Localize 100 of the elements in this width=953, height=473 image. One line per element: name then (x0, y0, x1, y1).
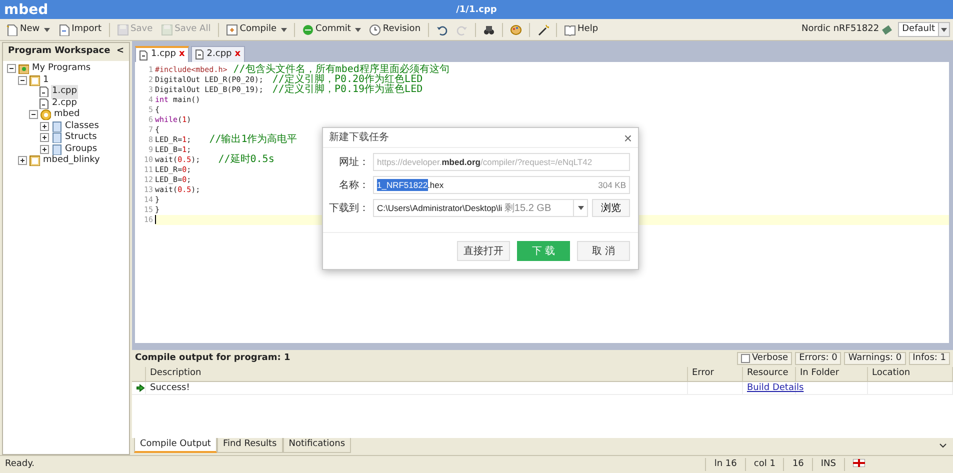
file-tab[interactable]: 1.cpp x (135, 46, 189, 62)
book-icon (564, 24, 576, 36)
panel-tab[interactable]: Notifications (282, 438, 352, 453)
column-header[interactable]: Resource (743, 367, 796, 381)
arrow-icon (136, 382, 145, 393)
line-indicator: ln 16 (705, 458, 745, 472)
tree-item[interactable]: My Programs (31, 62, 92, 76)
document-icon (51, 144, 62, 155)
file-icon (38, 98, 49, 109)
column-indicator: col 1 (744, 458, 784, 472)
wand-icon (536, 24, 549, 36)
count-indicator: 16 (783, 458, 812, 472)
tree-item[interactable]: Groups (64, 142, 98, 156)
platform-label: Nordic nRF51822 (802, 22, 880, 36)
filename-field[interactable]: 1_NRF51822.hex 304 KB (373, 176, 630, 194)
collapse-icon[interactable] (29, 110, 38, 120)
programs-icon (18, 63, 29, 74)
commit-icon (302, 24, 314, 36)
column-header[interactable]: Description (146, 367, 688, 381)
help-button[interactable]: Help (560, 20, 602, 38)
free-space: 剩15.2 GB (504, 202, 552, 216)
clock-icon (368, 24, 381, 36)
caret-icon (941, 28, 947, 32)
program-icon (29, 155, 40, 166)
column-header[interactable]: Error (688, 367, 743, 381)
tree-item[interactable]: mbed (53, 108, 81, 122)
compile-button[interactable]: Compile (222, 20, 290, 38)
tree-item[interactable]: Classes (64, 120, 100, 133)
count-label: Warnings: 0 (844, 352, 906, 365)
caret-icon (354, 28, 361, 32)
text-cursor (155, 215, 156, 224)
file-path: /1/1.cpp (456, 4, 497, 17)
caret-icon (280, 28, 287, 32)
count-label: Errors: 0 (795, 352, 842, 365)
tree-item[interactable]: 1.cpp (51, 85, 78, 98)
path-select[interactable]: C:\Users\Administrator\Desktop\li 剩15.2 GB (373, 199, 588, 217)
close-button[interactable]: x (234, 48, 241, 62)
import-button[interactable]: Import (54, 20, 105, 38)
redo-icon (456, 24, 468, 36)
tree-item[interactable]: mbed_blinky (42, 154, 101, 168)
mode-indicator: INS (812, 458, 844, 472)
field-label: 名称： (338, 178, 369, 192)
column-header[interactable]: In Folder (796, 367, 868, 381)
expand-icon[interactable] (40, 144, 49, 154)
document-icon (51, 120, 62, 132)
caret-icon (44, 28, 50, 32)
url-field[interactable]: https://developer.mbed.org/compiler/?request=/eNqLT42 (373, 153, 630, 171)
commit-button[interactable]: Commit (298, 20, 364, 38)
new-file-icon (6, 24, 18, 36)
import-file-icon (58, 24, 70, 36)
close-button[interactable]: × (624, 130, 632, 144)
tree-item[interactable]: Structs (64, 131, 98, 144)
panel-tab[interactable]: Find Results (216, 438, 283, 453)
chevron-down-icon (939, 443, 947, 449)
browse-button[interactable]: 浏览 (592, 199, 630, 217)
compile-icon (226, 24, 238, 36)
field-label: 下载到： (328, 202, 369, 216)
table-cell: Success! (146, 382, 688, 394)
program-icon (29, 74, 40, 86)
revision-button[interactable]: Revision (366, 20, 424, 38)
file-icon (38, 86, 49, 98)
app-title: mbed (4, 1, 48, 20)
tree-item[interactable]: 2.cpp (51, 96, 78, 110)
tab-label: 1.cpp (151, 48, 176, 62)
expand-icon[interactable] (18, 156, 27, 166)
panel-title: Program Workspace (8, 45, 110, 58)
document-icon (51, 132, 62, 144)
theme-select[interactable]: Default (898, 22, 950, 37)
expand-icon[interactable] (40, 133, 49, 142)
binoculars-icon (482, 24, 495, 36)
collapse-button[interactable]: < (116, 45, 124, 59)
save-icon (116, 24, 129, 36)
close-button[interactable]: x (178, 48, 185, 62)
file-tab[interactable]: 2.cpp x (190, 46, 245, 62)
collapse-icon[interactable] (18, 76, 27, 85)
undo-icon (436, 24, 448, 36)
tree-item[interactable]: 1 (42, 74, 50, 87)
palette-icon (510, 24, 522, 36)
panel-title: Compile output for program: 1 (135, 352, 290, 365)
build-details-link[interactable]: Build Details (747, 383, 804, 393)
field-label: 网址： (338, 156, 369, 170)
new-button[interactable]: New (3, 20, 53, 38)
tab-label: 2.cpp (206, 48, 232, 61)
dialog-button[interactable]: 直接打开 (457, 241, 510, 261)
expand-icon[interactable] (40, 122, 49, 131)
dialog-button[interactable]: 取 消 (577, 241, 630, 261)
count-label: Infos: 1 (908, 352, 950, 365)
column-header[interactable]: Location (868, 367, 953, 381)
table-row[interactable]: Success! Build Details (132, 382, 953, 395)
save-all-icon (160, 24, 173, 36)
dialog-title: 新建下载任务 (329, 130, 389, 145)
file-icon (194, 49, 204, 60)
panel-tab[interactable]: Compile Output (134, 438, 217, 453)
flag-icon (853, 459, 865, 468)
caret-icon (578, 206, 584, 210)
file-size: 304 KB (598, 178, 626, 192)
gear-icon (40, 109, 51, 120)
verbose-checkbox[interactable]: Verbose (736, 352, 792, 365)
collapse-icon[interactable] (7, 64, 16, 74)
file-icon (139, 50, 148, 60)
